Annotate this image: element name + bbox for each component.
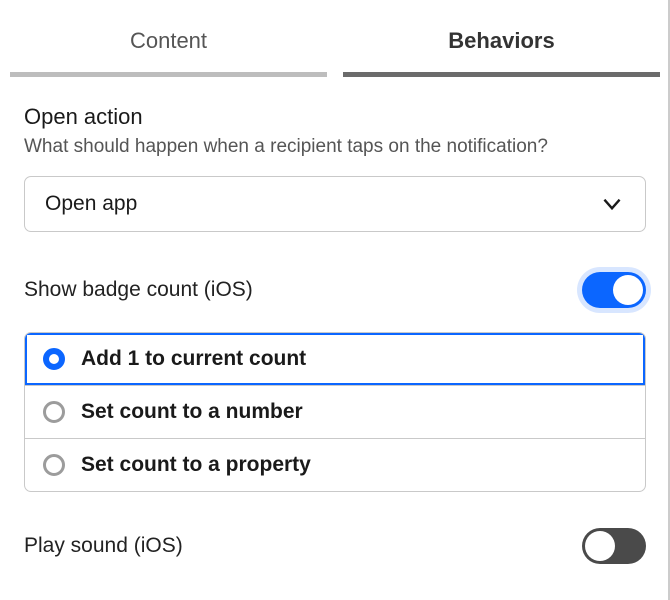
- badge-option-set-property[interactable]: Set count to a property: [25, 438, 645, 491]
- open-action-section: Open action What should happen when a re…: [0, 76, 670, 232]
- tabs: Content Behaviors: [0, 0, 670, 76]
- badge-radio-list: Add 1 to current count Set count to a nu…: [24, 332, 646, 492]
- tab-behaviors[interactable]: Behaviors: [343, 8, 660, 76]
- badge-option-set-number[interactable]: Set count to a number: [25, 385, 645, 438]
- open-action-subtitle: What should happen when a recipient taps…: [24, 136, 646, 158]
- tab-content-label: Content: [130, 28, 207, 53]
- badge-option-set-property-label: Set count to a property: [81, 453, 311, 477]
- badge-option-add1[interactable]: Add 1 to current count: [25, 333, 645, 385]
- tab-behaviors-underline: [343, 72, 660, 77]
- badge-label: Show badge count (iOS): [24, 278, 253, 302]
- badge-option-add1-label: Add 1 to current count: [81, 347, 306, 371]
- radio-icon: [43, 401, 65, 423]
- badge-row: Show badge count (iOS): [0, 272, 670, 308]
- toggle-knob: [613, 275, 643, 305]
- open-action-select[interactable]: Open app: [24, 176, 646, 232]
- chevron-down-icon: [599, 191, 625, 217]
- sound-toggle[interactable]: [582, 528, 646, 564]
- radio-icon: [43, 348, 65, 370]
- tab-behaviors-label: Behaviors: [448, 28, 554, 53]
- sound-row: Play sound (iOS): [0, 528, 670, 564]
- tab-content[interactable]: Content: [10, 8, 327, 76]
- open-action-title: Open action: [24, 104, 646, 130]
- sound-label: Play sound (iOS): [24, 534, 183, 558]
- badge-option-set-number-label: Set count to a number: [81, 400, 303, 424]
- badge-toggle[interactable]: [582, 272, 646, 308]
- tab-content-underline: [10, 72, 327, 77]
- toggle-knob: [585, 531, 615, 561]
- open-action-value: Open app: [45, 192, 137, 216]
- radio-icon: [43, 454, 65, 476]
